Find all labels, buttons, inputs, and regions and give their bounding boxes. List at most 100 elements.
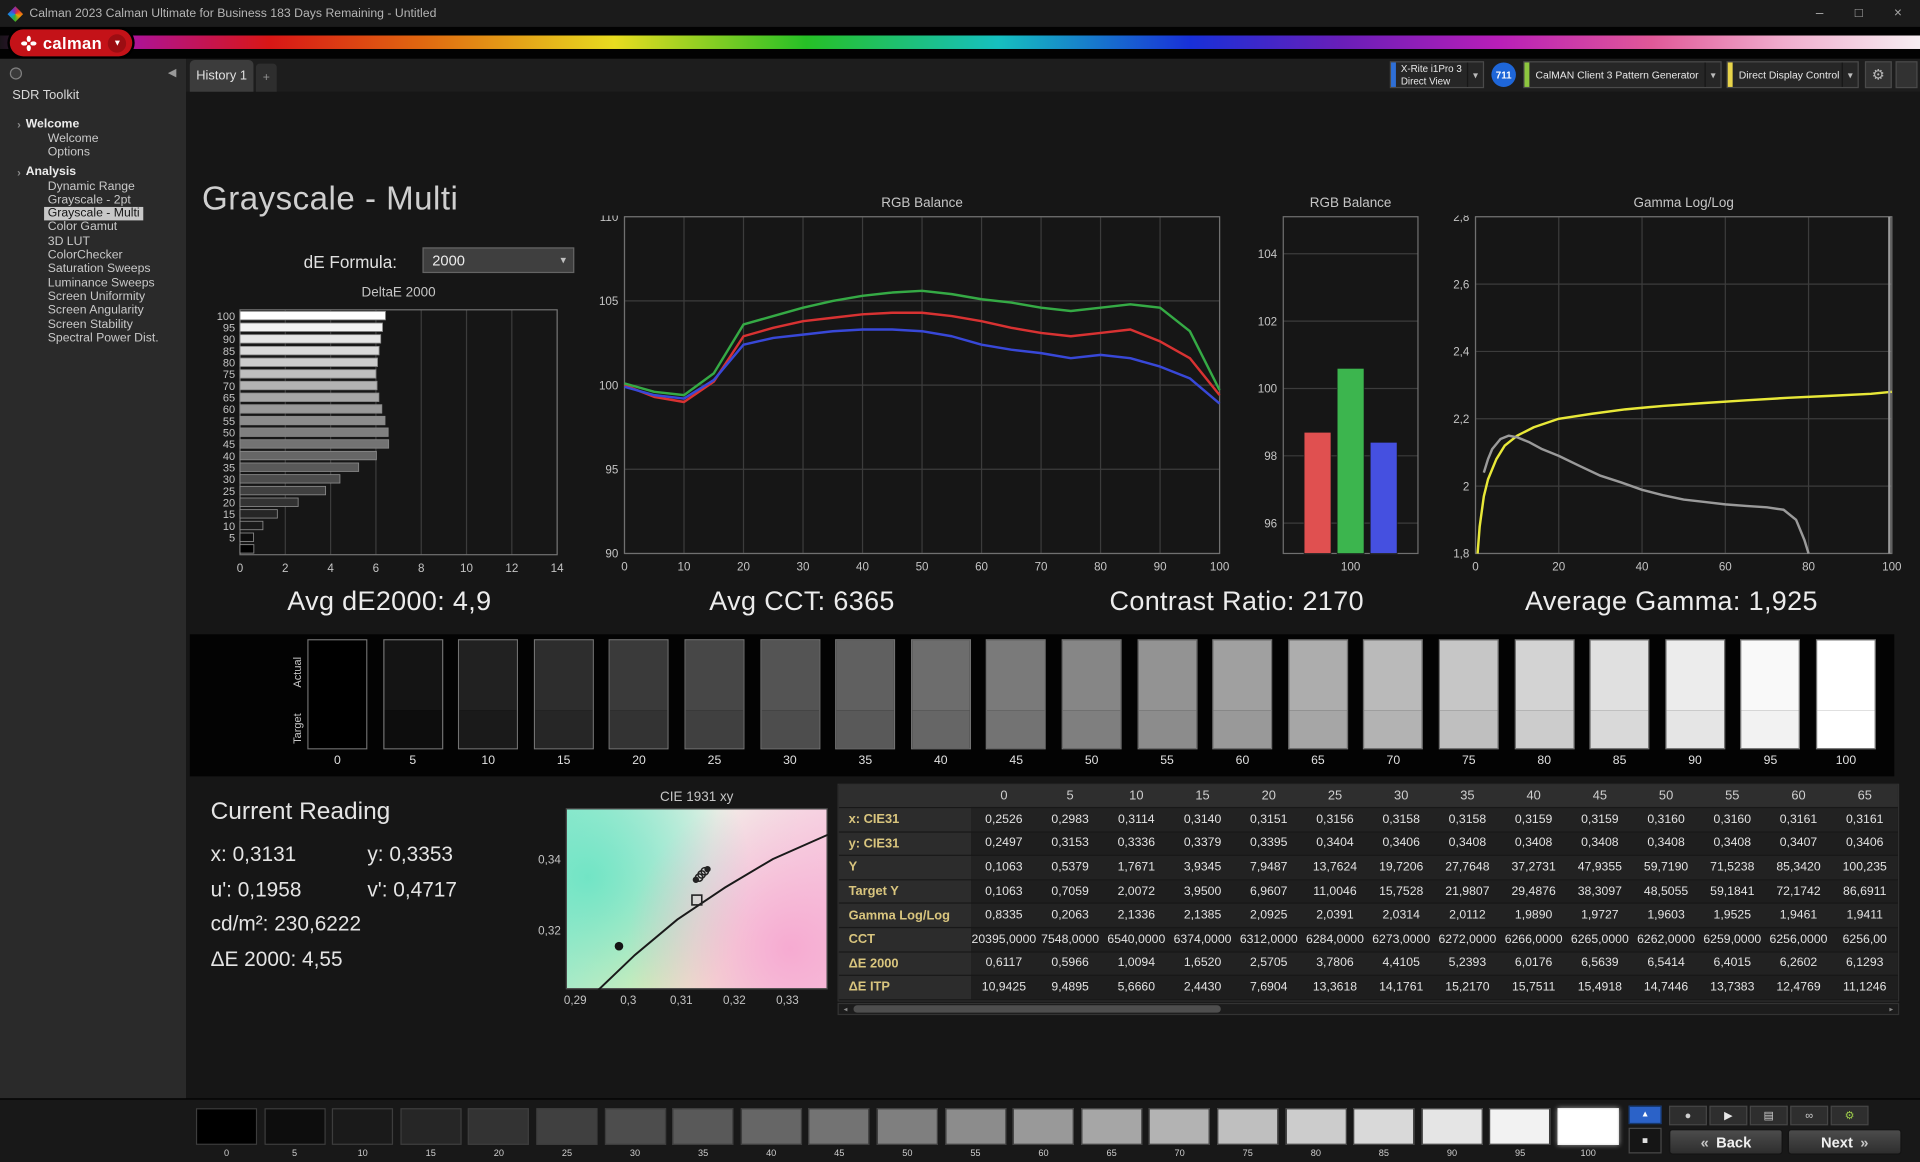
sidebar-item-3d-lut[interactable]: 3D LUT bbox=[44, 235, 94, 249]
pattern-generator-chevron-down-icon[interactable]: ▾ bbox=[1704, 62, 1720, 87]
sidebar-section-welcome[interactable]: › Welcome bbox=[0, 118, 186, 132]
overflow-button[interactable] bbox=[1895, 61, 1918, 89]
cell-e-2000-65: 6,1293 bbox=[1845, 956, 1884, 971]
svg-text:75: 75 bbox=[223, 369, 235, 381]
connection-badge[interactable]: 711 bbox=[1491, 62, 1516, 87]
pattern-level-75[interactable]: 75 bbox=[1217, 1108, 1279, 1159]
pattern-level-0[interactable]: 0 bbox=[195, 1108, 258, 1159]
collapse-sidebar-button[interactable]: ◀ bbox=[168, 66, 176, 79]
cell-e-itp-35: 15,2170 bbox=[1445, 980, 1490, 995]
de-formula-select[interactable]: 2000 ▾ bbox=[422, 247, 575, 274]
pattern-label-70: 70 bbox=[1174, 1147, 1185, 1159]
sidebar-item-color-gamut[interactable]: Color Gamut bbox=[44, 221, 121, 235]
tab-history-1[interactable]: History 1 bbox=[189, 60, 254, 92]
sidebar-item-options[interactable]: Options bbox=[44, 145, 94, 159]
pattern-level-60[interactable]: 60 bbox=[1012, 1108, 1075, 1159]
scroll-left-icon[interactable]: ◂ bbox=[839, 1004, 852, 1014]
save-button[interactable]: ▤ bbox=[1749, 1105, 1788, 1126]
swatch-target-80 bbox=[1515, 710, 1573, 749]
pattern-level-95[interactable]: 95 bbox=[1489, 1108, 1551, 1159]
pattern-level-70[interactable]: 70 bbox=[1149, 1108, 1211, 1159]
gamma-chart-title: Gamma Log/Log bbox=[1633, 195, 1734, 211]
gear-icon: ⚙ bbox=[1871, 66, 1885, 84]
sidebar-item-grayscale-multi[interactable]: Grayscale - Multi bbox=[44, 207, 144, 222]
measured-point-marker bbox=[704, 865, 711, 873]
svg-text:80: 80 bbox=[1094, 561, 1107, 574]
pattern-level-40[interactable]: 40 bbox=[740, 1108, 802, 1159]
cie-ytick-0: 0,34 bbox=[538, 853, 561, 868]
sidebar-item-screen-angularity[interactable]: Screen Angularity bbox=[44, 304, 147, 318]
pattern-level-30[interactable]: 30 bbox=[604, 1108, 666, 1159]
cell-e-2000-5: 0,5966 bbox=[1051, 956, 1089, 971]
table-scrollbar[interactable]: ◂ ▸ bbox=[837, 1002, 1900, 1016]
sidebar-item-colorchecker[interactable]: ColorChecker bbox=[44, 249, 126, 263]
pattern-generator-selector[interactable]: CalMAN Client 3 Pattern Generator ▾ bbox=[1523, 61, 1722, 89]
swatch-label-95: 95 bbox=[1763, 754, 1778, 768]
swatch-target-100 bbox=[1817, 710, 1875, 749]
cell-gamma-log-log-25: 2,0391 bbox=[1316, 908, 1354, 923]
scroll-right-icon[interactable]: ▸ bbox=[1884, 1004, 1897, 1014]
close-button[interactable]: × bbox=[1878, 0, 1917, 27]
pattern-level-90[interactable]: 90 bbox=[1421, 1108, 1483, 1159]
pattern-level-65[interactable]: 65 bbox=[1080, 1108, 1143, 1159]
pattern-level-55[interactable]: 55 bbox=[944, 1108, 1007, 1159]
new-tab-button[interactable]: + bbox=[255, 63, 277, 92]
display-control-chevron-down-icon[interactable]: ▾ bbox=[1841, 62, 1858, 87]
current-reading-value: ΔE 2000: 4,55 bbox=[210, 947, 343, 971]
loop-button[interactable]: ∞ bbox=[1790, 1105, 1829, 1126]
record-button[interactable]: ● bbox=[1668, 1105, 1707, 1126]
pattern-level-15[interactable]: 15 bbox=[400, 1108, 462, 1159]
measured-point-marker bbox=[692, 876, 700, 883]
grayscale-swatch-strip: Actual Target 0 5 10 15 20 25 30 35 40 45 50 55 60 65… bbox=[189, 634, 1895, 777]
pin-icon[interactable] bbox=[9, 67, 23, 80]
meter-selector[interactable]: X-Rite i1Pro 3 Direct View ▾ bbox=[1389, 61, 1485, 89]
pattern-level-50[interactable]: 50 bbox=[876, 1108, 938, 1159]
pattern-level-35[interactable]: 35 bbox=[672, 1108, 734, 1159]
cell-target-y-15: 3,9500 bbox=[1183, 884, 1222, 899]
pattern-level-25[interactable]: 25 bbox=[536, 1108, 598, 1159]
cell-y-20: 7,9487 bbox=[1250, 860, 1288, 875]
deltae-bar-85 bbox=[239, 345, 380, 356]
sidebar-item-grayscale-2pt[interactable]: Grayscale - 2pt bbox=[44, 193, 134, 207]
rgb-bar-green bbox=[1336, 367, 1365, 554]
maximize-button[interactable]: □ bbox=[1839, 0, 1878, 27]
sidebar-item-dynamic-range[interactable]: Dynamic Range bbox=[44, 180, 138, 194]
display-control-selector[interactable]: Direct Display Control ▾ bbox=[1726, 61, 1859, 89]
sidebar-item-screen-uniformity[interactable]: Screen Uniformity bbox=[44, 290, 149, 304]
sidebar-item-saturation-sweeps[interactable]: Saturation Sweeps bbox=[44, 263, 154, 277]
cell-cct-35: 6272,0000 bbox=[1438, 932, 1497, 947]
meter-chevron-down-icon[interactable]: ▾ bbox=[1466, 62, 1483, 87]
deltae-bar-70 bbox=[239, 380, 378, 391]
pattern-chip-65 bbox=[1080, 1108, 1143, 1145]
sidebar-item-spectral-power-dist[interactable]: Spectral Power Dist. bbox=[44, 332, 162, 346]
back-button[interactable]: « Back bbox=[1668, 1128, 1783, 1155]
play-button[interactable]: ▶ bbox=[1709, 1105, 1748, 1126]
column-header-45: 45 bbox=[1592, 788, 1608, 804]
sidebar-section-analysis[interactable]: › Analysis bbox=[0, 165, 186, 179]
pattern-level-10[interactable]: 10 bbox=[332, 1108, 394, 1159]
pattern-level-85[interactable]: 85 bbox=[1353, 1108, 1415, 1159]
settings-button[interactable]: ⚙ bbox=[1830, 1105, 1869, 1126]
pattern-level-100[interactable]: 100 bbox=[1557, 1108, 1619, 1159]
settings-button[interactable]: ⚙ bbox=[1864, 61, 1892, 89]
app-window: Calman 2023 Calman Ultimate for Business… bbox=[0, 0, 1920, 1162]
cell-y-cie31-10: 0,3336 bbox=[1117, 836, 1156, 851]
deltae-bar-95 bbox=[239, 322, 383, 332]
pattern-stop-button[interactable]: ■ bbox=[1628, 1127, 1662, 1154]
calman-menu-button[interactable]: calman ▼ bbox=[9, 29, 133, 57]
pattern-level-20[interactable]: 20 bbox=[468, 1108, 530, 1159]
next-button[interactable]: Next » bbox=[1787, 1128, 1902, 1155]
swatch-target-25 bbox=[685, 710, 744, 749]
pattern-level-80[interactable]: 80 bbox=[1285, 1108, 1347, 1159]
sidebar-item-luminance-sweeps[interactable]: Luminance Sweeps bbox=[44, 276, 158, 290]
scrollbar-thumb[interactable] bbox=[853, 1005, 1221, 1013]
pattern-window-up-button[interactable]: ▲ bbox=[1628, 1105, 1662, 1125]
calman-dropdown-icon[interactable]: ▼ bbox=[108, 33, 127, 53]
app-logo-icon bbox=[7, 5, 24, 22]
sidebar-item-welcome[interactable]: Welcome bbox=[44, 132, 102, 146]
column-header-15: 15 bbox=[1195, 788, 1210, 804]
sidebar-item-screen-stability[interactable]: Screen Stability bbox=[44, 318, 136, 332]
minimize-button[interactable]: – bbox=[1800, 0, 1839, 27]
pattern-level-45[interactable]: 45 bbox=[808, 1108, 870, 1159]
pattern-level-5[interactable]: 5 bbox=[263, 1108, 326, 1159]
